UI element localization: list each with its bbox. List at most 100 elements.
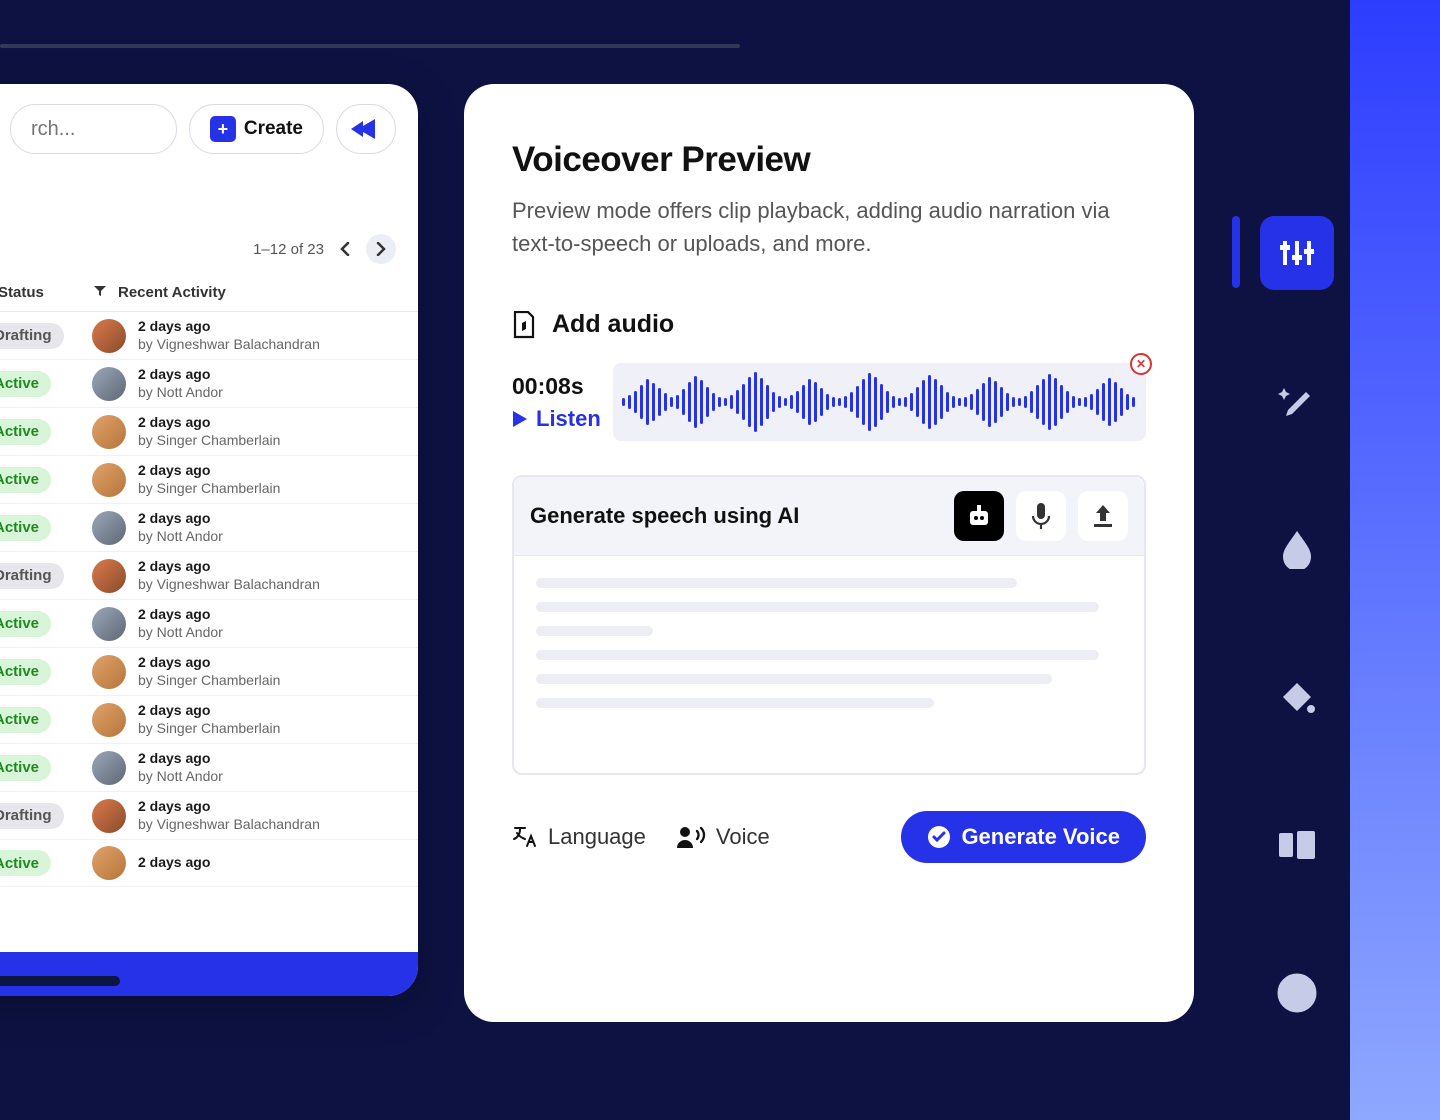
panel-description: Preview mode offers clip playback, addin…	[512, 194, 1146, 260]
record-mic-button[interactable]	[1016, 491, 1066, 541]
waveform-bar	[946, 392, 949, 412]
remove-audio-button[interactable]: ✕	[1130, 353, 1152, 375]
paint-bucket-icon	[1277, 677, 1317, 717]
avatar	[92, 751, 126, 785]
waveform-bar	[982, 383, 985, 421]
filter-icon[interactable]	[94, 284, 106, 301]
waveform-bar	[682, 389, 685, 415]
table-row[interactable]: Active 2 days ago	[0, 840, 418, 887]
waveform-bar	[718, 397, 721, 407]
waveform-bar	[646, 379, 649, 425]
tool-opacity-button[interactable]	[1260, 512, 1334, 586]
skeleton-line	[536, 626, 653, 636]
forward-button[interactable]	[336, 104, 396, 154]
waveform-bar	[940, 385, 943, 419]
waveform-bar	[814, 382, 817, 422]
robot-icon	[964, 501, 994, 531]
create-button-label: Create	[244, 118, 303, 140]
language-button[interactable]: Language	[512, 824, 646, 850]
waveform-bar	[658, 388, 661, 416]
top-scrollbar[interactable]	[0, 44, 740, 48]
magic-pencil-icon	[1278, 382, 1316, 420]
avatar	[92, 703, 126, 737]
voice-button[interactable]: Voice	[676, 824, 770, 850]
avatar	[92, 846, 126, 880]
skeleton-line	[536, 602, 1099, 612]
tool-edit-button[interactable]	[1260, 364, 1334, 438]
status-badge: Active	[0, 850, 51, 876]
waveform-bar	[976, 389, 979, 415]
tool-fill-button[interactable]	[1260, 660, 1334, 734]
avatar	[92, 607, 126, 641]
waveform-bar	[700, 380, 703, 424]
tool-layout-button[interactable]	[1260, 808, 1334, 882]
waveform-bar	[802, 385, 805, 419]
tool-voiceover-button[interactable]	[1260, 216, 1334, 290]
activity-text: 2 days ago by Vigneshwar Balachandran	[138, 798, 320, 833]
waveform-bar	[622, 398, 625, 406]
table-row[interactable]: Active 2 days ago by Nott Andor	[0, 600, 418, 648]
table-row[interactable]: Active 2 days ago by Singer Chamberlain	[0, 696, 418, 744]
table-row[interactable]: Drafting 2 days ago by Vigneshwar Balach…	[0, 552, 418, 600]
listen-button[interactable]: Listen	[512, 406, 601, 432]
ai-mode-button[interactable]	[954, 491, 1004, 541]
waveform-bar	[844, 396, 847, 408]
status-badge: Drafting	[0, 323, 64, 349]
voice-person-icon	[676, 825, 706, 849]
waveform-bar	[760, 378, 763, 426]
waveform-bar	[1030, 391, 1033, 413]
table-row[interactable]: Active 2 days ago by Nott Andor	[0, 504, 418, 552]
waveform-bar	[724, 398, 727, 406]
pager-next-button[interactable]	[366, 234, 396, 264]
activity-text: 2 days ago by Singer Chamberlain	[138, 414, 280, 449]
waveform-bar	[928, 375, 931, 429]
table-row[interactable]: Active 2 days ago by Nott Andor	[0, 360, 418, 408]
waveform-bar	[1132, 397, 1135, 407]
search-input[interactable]	[31, 118, 156, 141]
status-badge: Active	[0, 419, 51, 445]
table-row[interactable]: Active 2 days ago by Singer Chamberlain	[0, 456, 418, 504]
pager-prev-button[interactable]	[330, 234, 360, 264]
tool-add-button[interactable]	[1260, 956, 1334, 1030]
status-badge: Active	[0, 659, 51, 685]
waveform-bar	[1024, 396, 1027, 408]
table-row[interactable]: Active 2 days ago by Singer Chamberlain	[0, 648, 418, 696]
create-button[interactable]: + Create	[189, 104, 324, 154]
horizontal-scrollbar[interactable]	[0, 976, 120, 986]
waveform-bar	[766, 385, 769, 419]
waveform-bar	[676, 395, 679, 409]
waveform[interactable]: ✕	[613, 363, 1146, 441]
activity-text: 2 days ago by Nott Andor	[138, 366, 223, 401]
waveform-bar	[1000, 387, 1003, 417]
generate-speech-body	[514, 556, 1144, 744]
table-row[interactable]: Drafting 2 days ago by Vigneshwar Balach…	[0, 312, 418, 360]
column-header-status: Status	[0, 284, 44, 301]
right-gradient	[1350, 0, 1440, 1120]
waveform-bar	[652, 383, 655, 421]
translate-icon	[512, 824, 538, 850]
panel-title: Voiceover Preview	[512, 140, 1146, 180]
avatar	[92, 319, 126, 353]
generate-voice-button[interactable]: Generate Voice	[901, 811, 1146, 863]
upload-audio-button[interactable]	[1078, 491, 1128, 541]
waveform-bar	[862, 379, 865, 425]
activity-text: 2 days ago	[138, 854, 210, 872]
table-row[interactable]: Drafting 2 days ago by Vigneshwar Balach…	[0, 792, 418, 840]
table-row[interactable]: Active 2 days ago by Singer Chamberlain	[0, 408, 418, 456]
active-indicator	[1232, 216, 1240, 288]
table-row[interactable]: Active 2 days ago by Nott Andor	[0, 744, 418, 792]
waveform-bar	[664, 393, 667, 411]
column-header-activity: Recent Activity	[118, 284, 418, 301]
selection-bar	[0, 952, 418, 996]
waveform-bar	[832, 397, 835, 407]
side-toolbar	[1260, 216, 1334, 1030]
file-audio-icon	[512, 311, 536, 339]
status-badge: Active	[0, 515, 51, 541]
status-badge: Active	[0, 371, 51, 397]
plus-box-icon: +	[210, 116, 236, 142]
waveform-bar	[772, 392, 775, 412]
status-badge: Active	[0, 611, 51, 637]
waveform-bar	[628, 395, 631, 409]
listen-label: Listen	[536, 406, 601, 432]
upload-icon	[1091, 503, 1115, 529]
